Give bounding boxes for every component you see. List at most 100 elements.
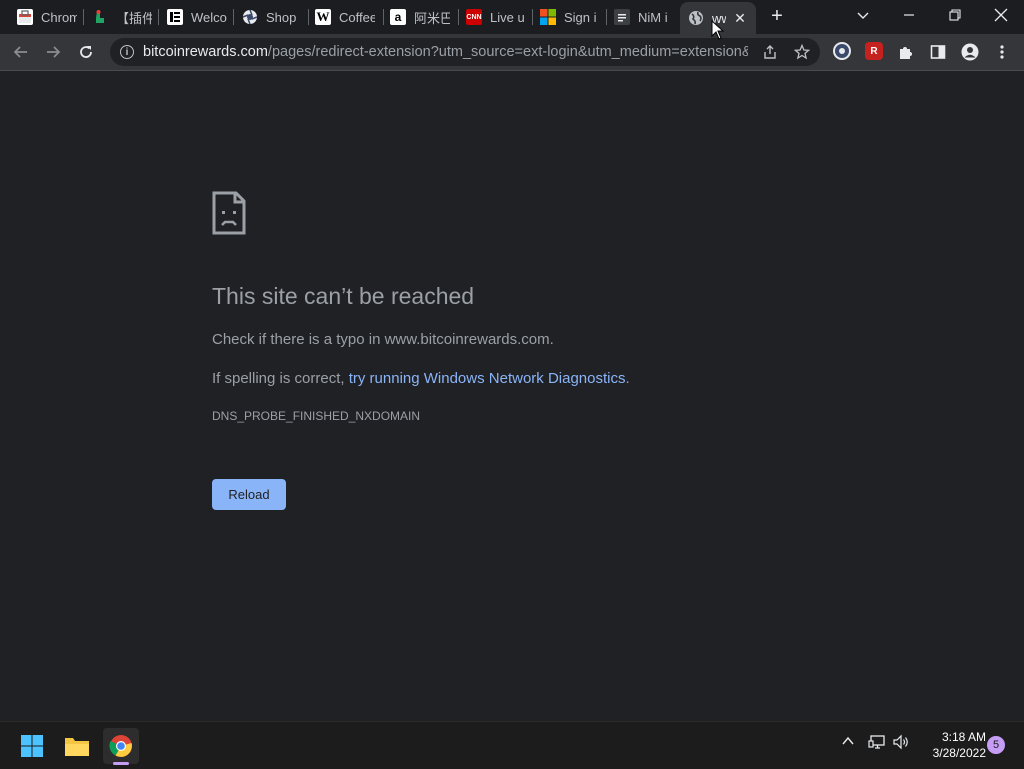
hand-icon bbox=[92, 9, 108, 25]
page-content: This site can’t be reached Check if ther… bbox=[0, 71, 1024, 721]
tab-label: Sign i bbox=[564, 9, 597, 25]
tab-separator bbox=[308, 9, 309, 25]
cnn-icon: CNN bbox=[466, 9, 482, 25]
tab-label: 【插件 bbox=[116, 10, 152, 26]
tab-close-icon[interactable]: ✕ bbox=[732, 10, 748, 26]
kebab-menu-icon bbox=[1000, 45, 1004, 59]
volume-button[interactable] bbox=[892, 734, 910, 750]
start-button[interactable] bbox=[14, 728, 50, 764]
refresh-icon bbox=[80, 46, 92, 58]
extensions-button[interactable] bbox=[894, 40, 918, 64]
error-code: DNS_PROBE_FINISHED_NXDOMAIN bbox=[212, 409, 421, 423]
tab-label: Shop bbox=[266, 9, 297, 25]
refresh-button[interactable] bbox=[74, 40, 98, 64]
w-icon: W bbox=[315, 9, 331, 25]
arrow-right-icon bbox=[47, 46, 61, 58]
bookmark-button[interactable] bbox=[792, 42, 812, 62]
profile-button[interactable] bbox=[958, 40, 982, 64]
chrome-webstore-icon bbox=[17, 9, 33, 25]
side-panel-icon bbox=[930, 45, 946, 59]
url-host: bitcoinrewards.com bbox=[143, 44, 268, 60]
network-button[interactable] bbox=[868, 734, 886, 750]
tab-welcome[interactable]: Welco bbox=[167, 4, 227, 30]
tab-separator bbox=[532, 9, 533, 25]
chrome-icon bbox=[109, 735, 132, 757]
arrow-left-icon bbox=[13, 46, 27, 58]
chrome-taskbar-button[interactable] bbox=[103, 728, 139, 764]
network-diagnostics-link[interactable]: try running Windows Network Diagnostics bbox=[349, 370, 626, 387]
tab-plugin[interactable]: 【插件 bbox=[92, 4, 152, 30]
clock-date: 3/28/2022 bbox=[932, 746, 986, 760]
new-tab-button[interactable]: + bbox=[767, 6, 787, 26]
restore-button[interactable] bbox=[940, 2, 970, 28]
menu-button[interactable] bbox=[990, 40, 1014, 64]
diagnostics-prefix: If spelling is correct, bbox=[212, 370, 349, 387]
minimize-icon bbox=[904, 14, 914, 16]
amazon-icon: a bbox=[390, 9, 406, 25]
error-title: This site can’t be reached bbox=[212, 283, 475, 309]
error-suggestion-diagnostics: If spelling is correct, try running Wind… bbox=[212, 370, 630, 387]
star-icon bbox=[794, 44, 810, 60]
tab-separator bbox=[458, 9, 459, 25]
clock-time: 3:18 AM bbox=[941, 730, 986, 744]
info-icon[interactable]: i bbox=[120, 45, 134, 59]
tab-amazon[interactable]: a 阿米巴 bbox=[390, 4, 450, 30]
tab-strip: Chrom 【插件 Welco Shop W Coffee a 阿米巴 CNN … bbox=[0, 0, 1024, 34]
tab-cnn[interactable]: CNN Live u bbox=[466, 4, 526, 30]
aperture-icon bbox=[242, 9, 258, 25]
tab-label: Chrom bbox=[41, 9, 77, 25]
windows-taskbar: 3:18 AM 3/28/2022 5 bbox=[0, 721, 1024, 769]
back-button[interactable] bbox=[9, 40, 33, 64]
browser-toolbar: i bitcoinrewards.com/pages/redirect-exte… bbox=[0, 34, 1024, 71]
tab-separator bbox=[606, 9, 607, 25]
tab-separator bbox=[158, 9, 159, 25]
share-icon bbox=[764, 45, 776, 59]
mouse-cursor-icon bbox=[711, 19, 725, 45]
tab-chrome-webstore[interactable]: Chrom bbox=[17, 4, 77, 30]
url-path: /pages/redirect-extension?utm_source=ext… bbox=[267, 44, 748, 60]
error-suggestion-typo: Check if there is a typo in www.bitcoinr… bbox=[212, 331, 554, 348]
side-panel-button[interactable] bbox=[926, 40, 950, 64]
doc-icon bbox=[614, 9, 630, 25]
e-icon bbox=[167, 9, 183, 25]
show-hidden-icons-button[interactable] bbox=[841, 734, 855, 748]
close-window-button[interactable] bbox=[986, 2, 1016, 28]
clock[interactable]: 3:18 AM 3/28/2022 bbox=[918, 729, 986, 761]
tab-sign-in[interactable]: Sign i bbox=[540, 4, 600, 30]
tab-separator bbox=[383, 9, 384, 25]
tab-search-button[interactable] bbox=[848, 2, 878, 28]
puzzle-icon bbox=[900, 47, 912, 59]
reload-button[interactable]: Reload bbox=[212, 479, 286, 510]
tab-coffee[interactable]: W Coffee bbox=[315, 4, 375, 30]
folder-icon bbox=[65, 738, 89, 756]
tab-separator bbox=[83, 9, 84, 25]
notification-badge[interactable]: 5 bbox=[987, 736, 1005, 754]
forward-button[interactable] bbox=[41, 40, 65, 64]
tab-label: Coffee bbox=[339, 9, 375, 25]
chevron-up-icon bbox=[842, 736, 854, 745]
diagnostics-suffix: . bbox=[625, 370, 630, 387]
url-text[interactable]: bitcoinrewards.com/pages/redirect-extens… bbox=[143, 44, 748, 60]
restore-icon bbox=[949, 9, 961, 21]
active-app-indicator bbox=[113, 762, 129, 765]
extension-aperture-icon[interactable] bbox=[833, 42, 851, 60]
close-icon bbox=[994, 8, 1008, 22]
share-button[interactable] bbox=[760, 42, 780, 62]
globe-icon bbox=[688, 10, 704, 26]
file-explorer-button[interactable] bbox=[59, 728, 95, 764]
tab-nim[interactable]: NiM i bbox=[614, 4, 674, 30]
microsoft-icon bbox=[540, 9, 556, 25]
minimize-button[interactable] bbox=[894, 2, 924, 28]
chevron-down-icon bbox=[857, 12, 869, 19]
sad-page-icon bbox=[212, 191, 246, 240]
windows-logo-icon bbox=[21, 735, 43, 757]
network-icon bbox=[868, 735, 885, 749]
speaker-icon bbox=[893, 734, 908, 750]
tab-label: Live u bbox=[490, 9, 525, 25]
avatar-icon bbox=[961, 43, 979, 61]
tab-label: Welco bbox=[191, 9, 227, 25]
tab-label: 阿米巴 bbox=[414, 10, 450, 26]
tab-shop[interactable]: Shop bbox=[242, 4, 302, 30]
tab-label: NiM i bbox=[638, 9, 668, 25]
extension-r-icon[interactable]: R bbox=[865, 42, 883, 60]
